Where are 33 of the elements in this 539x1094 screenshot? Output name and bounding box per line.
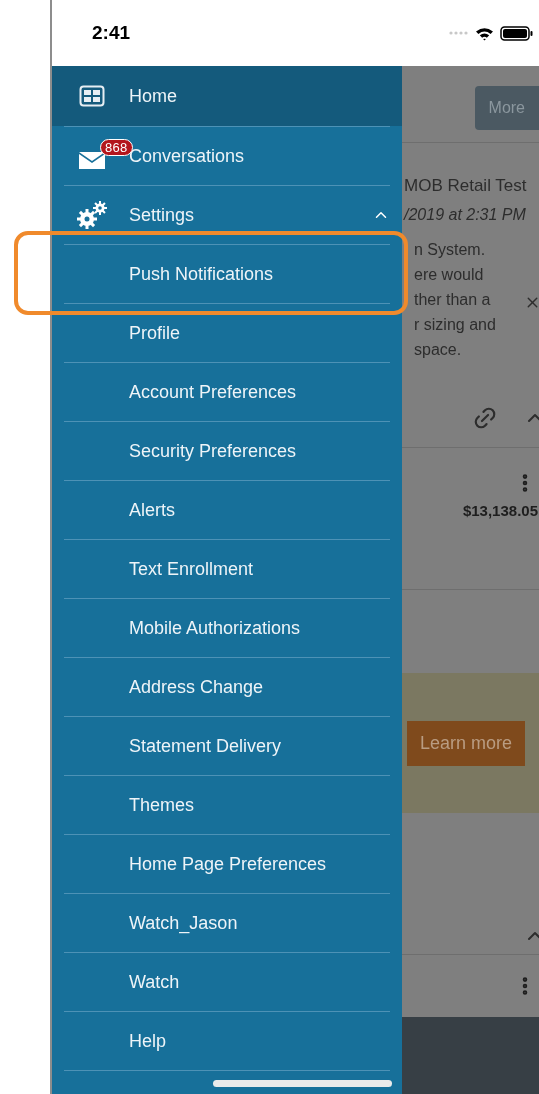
menu-label: Mobile Authorizations [129, 616, 301, 640]
menu-label: Alerts [129, 498, 175, 522]
message-text: space. [413, 339, 462, 360]
message-title: MOB Retail Test [403, 175, 527, 197]
battery-icon [500, 25, 533, 41]
message-text: ther than a [413, 289, 491, 310]
menu-label: Push Notifications [129, 262, 274, 286]
menu-label: Statement Delivery [129, 734, 282, 758]
menu-label: Themes [129, 793, 195, 817]
menu-label: Watch [129, 970, 180, 994]
menu-label: Watch_Jason [129, 911, 238, 936]
signal-icon [449, 31, 469, 35]
menu-label: Help [129, 1029, 167, 1053]
menu-label: Home Page Preferences [129, 852, 327, 876]
learn-more-button[interactable]: Learn more [407, 720, 526, 766]
menu-label: Account Preferences [129, 380, 297, 404]
menu-item[interactable]: Home [52, 66, 402, 126]
mail-icon [78, 151, 106, 171]
wifi-icon [475, 25, 494, 41]
message-text: r sizing and [413, 314, 496, 335]
grid-icon [79, 85, 105, 107]
menu-label: Address Change [129, 675, 264, 699]
message-date: /2019 at 2:31 PM [402, 204, 526, 225]
menu-label: Home [129, 84, 177, 108]
account-balance: $13,138.05 [462, 501, 538, 521]
menu-label: Text Enrollment [129, 557, 254, 581]
menu-label: Profile [129, 321, 181, 345]
status-time: 2:41 [92, 20, 131, 45]
message-text: ere would [413, 264, 484, 285]
menu-label: Security Preferences [129, 439, 297, 463]
gears-icon [77, 201, 107, 229]
menu-label: Settings [129, 203, 195, 227]
message-text: n System. [413, 239, 486, 260]
